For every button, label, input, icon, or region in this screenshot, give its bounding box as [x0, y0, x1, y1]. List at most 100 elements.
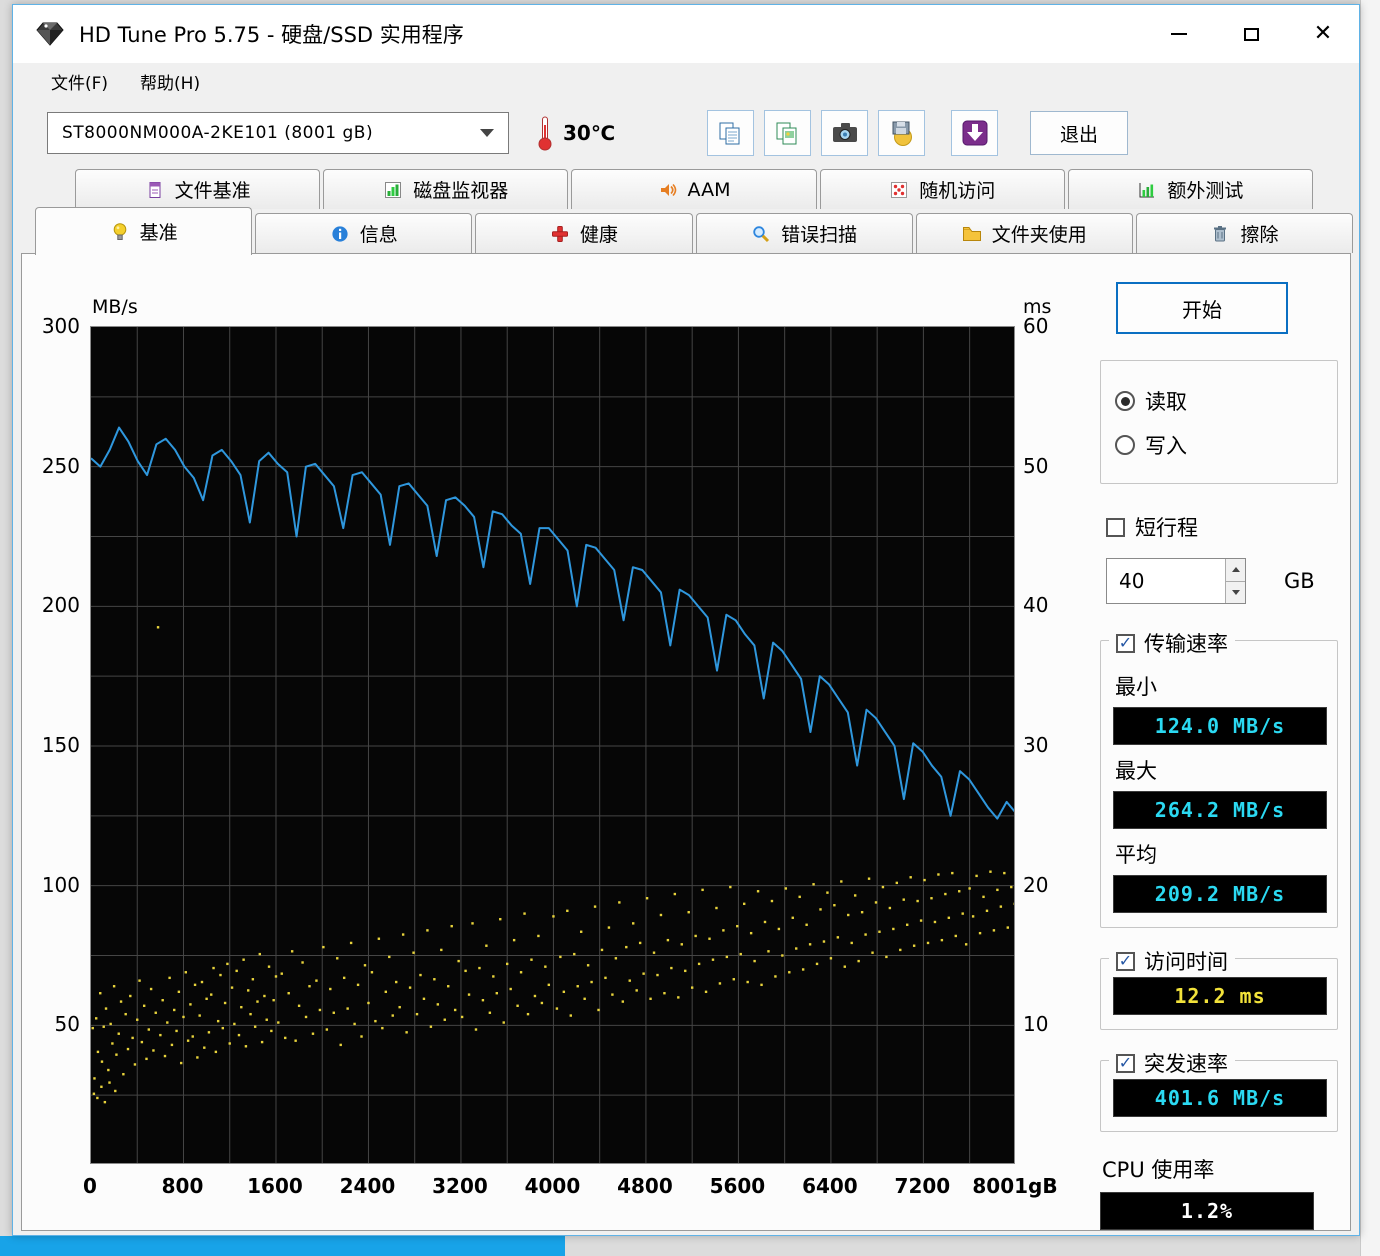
- window-title: HD Tune Pro 5.75 - 硬盘/SSD 实用程序: [79, 23, 464, 47]
- tab-strip: 文件基准 磁盘监视器 AAM 随机访问 额外测试 基准 信息 健康 错误扫描 文件夹使用 擦除: [13, 167, 1359, 255]
- burst-rate-checkbox[interactable]: ✓: [1116, 1053, 1135, 1073]
- tab-label: 健康: [579, 224, 618, 246]
- tab-extra-tests[interactable]: 额外测试: [1067, 169, 1314, 209]
- hd-tune-window: HD Tune Pro 5.75 - 硬盘/SSD 实用程序 ✕ 文件(F) 帮…: [12, 4, 1360, 1236]
- transfer-rate-legend: ✓ 传输速率: [1109, 628, 1235, 658]
- tab-info[interactable]: 信息: [255, 213, 473, 253]
- tab-health[interactable]: 健康: [475, 213, 693, 253]
- spinner-up-button[interactable]: [1226, 559, 1245, 582]
- disk-monitor-icon: [383, 180, 403, 200]
- copy-text-button[interactable]: [707, 110, 755, 156]
- mode-groupbox: 读取 写入: [1100, 360, 1338, 484]
- short-stroke-unit-label: GB: [1284, 569, 1315, 593]
- grid-lines: [91, 327, 1014, 1163]
- export-button[interactable]: [951, 110, 999, 156]
- y-axis-tick-left: 200: [41, 593, 80, 618]
- drive-select-value: ST8000NM000A-2KE101 (8001 gB): [62, 123, 374, 143]
- tab-label: AAM: [687, 178, 731, 201]
- burst-rate-value: 401.6 MB/s: [1113, 1079, 1327, 1117]
- burst-rate-groupbox: ✓ 突发速率 401.6 MB/s: [1100, 1048, 1338, 1132]
- avg-label: 平均: [1115, 843, 1157, 867]
- read-radio[interactable]: [1115, 391, 1135, 411]
- benchmark-icon: [110, 222, 130, 242]
- y-axis-tick-right: 10: [1023, 1012, 1049, 1037]
- tab-label: 文件基准: [174, 180, 251, 202]
- app-icon: [36, 22, 64, 46]
- cpu-usage-block: CPU 使用率 1.2%: [1100, 1154, 1338, 1230]
- x-axis-tick: 1600: [247, 1174, 303, 1198]
- start-button-label: 开始: [1182, 297, 1222, 322]
- menu-help[interactable]: 帮助(H): [128, 65, 212, 98]
- drive-select[interactable]: ST8000NM000A-2KE101 (8001 gB): [47, 112, 509, 154]
- tab-label: 信息: [359, 224, 398, 246]
- check-icon: ✓: [1118, 633, 1133, 652]
- access-time-groupbox: ✓ 访问时间 12.2 ms: [1100, 946, 1338, 1030]
- tab-file-benchmark[interactable]: 文件基准: [75, 169, 321, 209]
- up-arrow-icon: [1231, 567, 1240, 573]
- transfer-rate-groupbox: ✓ 传输速率 最小 124.0 MB/s 最大 264.2 MB/s 平均 20…: [1100, 628, 1338, 928]
- y-axis-tick-left: 300: [41, 314, 80, 338]
- tab-label: 基准: [139, 222, 178, 244]
- save-button[interactable]: [878, 110, 926, 156]
- start-button[interactable]: 开始: [1116, 282, 1288, 334]
- y-axis-tick-right: 60: [1023, 314, 1049, 338]
- cpu-usage-label: CPU 使用率: [1102, 1158, 1215, 1182]
- tab-folder-usage[interactable]: 文件夹使用: [915, 213, 1133, 253]
- short-stroke-checkbox[interactable]: ✓: [1106, 517, 1125, 537]
- file-benchmark-icon: [145, 180, 165, 200]
- info-icon: [330, 224, 350, 244]
- access-time-checkbox[interactable]: ✓: [1116, 951, 1135, 971]
- tab-benchmark[interactable]: 基准: [35, 207, 253, 255]
- y-axis-tick-right: 20: [1023, 872, 1049, 897]
- y-axis-tick-left: 50: [54, 1012, 80, 1037]
- down-arrow-icon: [1231, 589, 1240, 595]
- error-scan-icon: [751, 224, 771, 244]
- copy-icon: [719, 122, 740, 144]
- save-disk-icon: [892, 121, 912, 146]
- tab-disk-monitor[interactable]: 磁盘监视器: [323, 169, 569, 209]
- window-controls: ✕: [1143, 5, 1359, 63]
- tab-error-scan[interactable]: 错误扫描: [695, 213, 913, 253]
- access-time-value: 12.2 ms: [1113, 977, 1327, 1015]
- close-button[interactable]: ✕: [1287, 5, 1359, 63]
- max-value: 264.2 MB/s: [1113, 791, 1327, 829]
- screenshot-button[interactable]: [821, 110, 869, 156]
- title-bar: HD Tune Pro 5.75 - 硬盘/SSD 实用程序 ✕: [13, 5, 1359, 63]
- spinner-down-button[interactable]: [1226, 581, 1245, 603]
- camera-icon: [832, 123, 857, 142]
- write-radio[interactable]: [1115, 435, 1135, 455]
- benchmark-chart: MB/s ms 300 250 200 150 100 50 60 50 40 30 20 10 0…: [22, 256, 1074, 1214]
- write-radio-row[interactable]: 写入: [1115, 423, 1327, 467]
- copy-image-button[interactable]: [764, 110, 812, 156]
- check-icon: ✓: [1118, 951, 1133, 970]
- x-axis-tick: 6400: [802, 1174, 858, 1198]
- y-axis-tick-right: 40: [1023, 593, 1049, 618]
- y-axis-tick-left: 150: [41, 733, 80, 757]
- short-stroke-value-input[interactable]: [1107, 559, 1225, 603]
- tab-aam[interactable]: AAM: [571, 169, 817, 209]
- tab-label: 文件夹使用: [991, 224, 1087, 246]
- write-radio-label: 写入: [1145, 434, 1187, 458]
- x-axis-tick: 800: [161, 1174, 204, 1198]
- exit-button[interactable]: 退出: [1030, 111, 1129, 155]
- access-time-legend: ✓ 访问时间: [1109, 946, 1235, 976]
- tab-erase[interactable]: 擦除: [1135, 213, 1354, 253]
- short-stroke-row[interactable]: ✓ 短行程: [1106, 512, 1338, 542]
- download-icon: [962, 120, 988, 146]
- maximize-button[interactable]: [1215, 5, 1287, 63]
- tab-random-access[interactable]: 随机访问: [819, 169, 1065, 209]
- burst-rate-label: 突发速率: [1144, 1052, 1228, 1076]
- left-axis-unit-label: MB/s: [92, 296, 138, 318]
- radio-dot-icon: [1120, 396, 1130, 406]
- x-axis-tick: 7200: [894, 1174, 951, 1198]
- tab-label: 磁盘监视器: [413, 180, 509, 202]
- y-axis-tick-left: 250: [41, 453, 80, 478]
- minimize-button[interactable]: [1143, 5, 1215, 63]
- transfer-rate-checkbox[interactable]: ✓: [1116, 633, 1135, 653]
- menu-bar: 文件(F) 帮助(H): [13, 63, 1359, 99]
- min-label: 最小: [1115, 675, 1157, 699]
- menu-file[interactable]: 文件(F): [39, 65, 120, 98]
- x-axis-tick: 3200: [432, 1174, 488, 1198]
- exit-button-label: 退出: [1060, 123, 1099, 146]
- read-radio-row[interactable]: 读取: [1115, 379, 1327, 423]
